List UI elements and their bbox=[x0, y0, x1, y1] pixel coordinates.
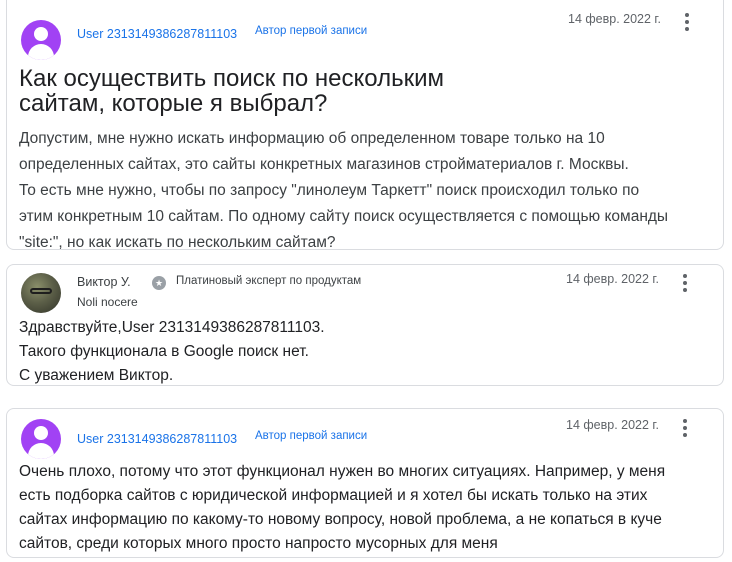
body-line: Здравствуйте,User 2313149386287811103. bbox=[19, 319, 325, 336]
reply-body: Очень плохо, потому что этот функционал … bbox=[19, 460, 665, 556]
body-line: этим конкретным 10 сайтам. По одному сай… bbox=[19, 208, 669, 225]
question-title: Как осуществить поиск по нескольким сайт… bbox=[19, 66, 444, 116]
question-card: User 2313149386287811103 Автор первой за… bbox=[6, 0, 724, 251]
body-line: То есть мне нужно, чтобы по запросу "лин… bbox=[19, 182, 640, 199]
original-poster-badge: Автор первой записи bbox=[255, 25, 368, 37]
reply-card-author: User 2313149386287811103 Автор первой за… bbox=[6, 408, 724, 558]
author-name[interactable]: User 2313149386287811103 bbox=[77, 27, 237, 41]
post-date: 14 февр. 2022 г. bbox=[566, 418, 659, 432]
body-line: сайтах информацию по какому-то новому во… bbox=[19, 511, 662, 528]
more-vert-icon[interactable] bbox=[680, 273, 690, 293]
body-line: определенных сайтах, это сайты конкретны… bbox=[19, 156, 629, 173]
original-poster-badge: Автор первой записи bbox=[255, 430, 368, 442]
expert-level-label: Платиновый эксперт по продуктам bbox=[176, 275, 362, 287]
title-line: Как осуществить поиск по нескольким bbox=[19, 65, 445, 92]
author-name[interactable]: Виктор У. bbox=[77, 275, 131, 289]
question-body: Допустим, мне нужно искать информацию об… bbox=[19, 126, 668, 256]
body-line: С уважением Виктор. bbox=[19, 367, 174, 384]
more-vert-icon[interactable] bbox=[680, 418, 690, 438]
title-line: сайтам, которые я выбрал? bbox=[19, 90, 328, 117]
post-date: 14 февр. 2022 г. bbox=[568, 12, 661, 26]
body-line: "site:", но как искать по нескольким сай… bbox=[19, 234, 336, 251]
reply-body: Здравствуйте,User 2313149386287811103. Т… bbox=[19, 316, 325, 388]
author-subtitle: Noli nocere bbox=[77, 295, 138, 309]
author-name[interactable]: User 2313149386287811103 bbox=[77, 432, 237, 446]
body-line: Очень плохо, потому что этот функционал … bbox=[19, 463, 666, 480]
body-line: Такого функционала в Google поиск нет. bbox=[19, 343, 309, 360]
body-line: есть подборка сайтов с юридической инфор… bbox=[19, 487, 648, 504]
body-line: сайтов, среди которых много просто напро… bbox=[19, 535, 498, 552]
expert-avatar-icon[interactable] bbox=[21, 273, 61, 313]
user-avatar-icon[interactable] bbox=[21, 419, 61, 459]
more-vert-icon[interactable] bbox=[682, 12, 692, 32]
platinum-expert-badge-icon bbox=[152, 276, 166, 290]
user-avatar-icon[interactable] bbox=[21, 20, 61, 60]
reply-card-expert: Виктор У. Платиновый эксперт по продукта… bbox=[6, 264, 724, 386]
post-date: 14 февр. 2022 г. bbox=[566, 272, 659, 286]
body-line: Допустим, мне нужно искать информацию об… bbox=[19, 130, 605, 147]
